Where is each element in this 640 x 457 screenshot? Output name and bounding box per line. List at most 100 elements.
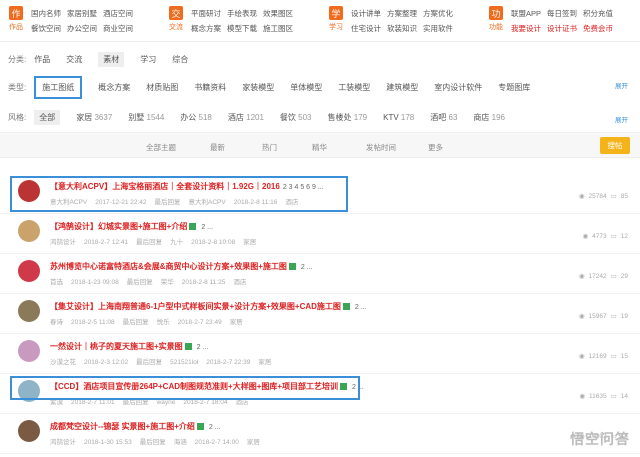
- thread-meta: 春诗 2018-2-5 11:08 最后回复 悦乐 2018-2-7 23:49 家居: [50, 319, 243, 326]
- type-option[interactable]: 专题图库: [498, 82, 530, 93]
- thread-title[interactable]: 一然设计｜桃子的夏天施工图+实景图 2 ...: [50, 341, 208, 352]
- table-row[interactable]: 【意大利ACPV】上海宝格丽酒店｜全套设计资料｜1.92G｜2016 2 3 4 …: [0, 174, 640, 214]
- type-option[interactable]: 工装模型: [338, 82, 370, 93]
- type-row: 类型: 施工图纸 概念方案 材质贴图 书籍资料 家装模型 单体模型 工装模型 建…: [8, 76, 546, 99]
- nav-link[interactable]: 模型下载: [227, 23, 257, 34]
- nav-link[interactable]: 餐饮空间: [31, 23, 61, 34]
- nav-link[interactable]: 设计讲单: [351, 8, 381, 19]
- nav-link[interactable]: 办公空间: [67, 23, 97, 34]
- avatar[interactable]: [18, 220, 40, 242]
- style-option[interactable]: 别墅 1544: [128, 112, 164, 123]
- nav-link[interactable]: 软装知识: [387, 23, 417, 34]
- category-option[interactable]: 综合: [172, 54, 188, 65]
- nav-link[interactable]: 平面研讨: [191, 8, 221, 19]
- type-option[interactable]: 建筑模型: [386, 82, 418, 93]
- nav-link[interactable]: 实用软件: [423, 23, 453, 34]
- table-row[interactable]: 【鸿鹄设计】幻城实景图+施工图+介绍 2 ... 鸿鹄设计 2018-2-7 12:…: [0, 214, 640, 254]
- sort-all-topics[interactable]: 全部主题: [146, 142, 176, 153]
- comment-icon: ▭: [610, 353, 617, 360]
- thread-title[interactable]: 苏州博览中心诺富特酒店&会展&商贸中心设计方案+效果图+施工图 2 ...: [50, 261, 313, 272]
- nav-link[interactable]: 效果图区: [263, 8, 293, 19]
- style-option[interactable]: 家居 3637: [76, 112, 112, 123]
- functions-icon[interactable]: 功功能: [486, 6, 506, 36]
- search-button[interactable]: 搜帖: [600, 137, 630, 154]
- nav-link[interactable]: 免费会币: [583, 23, 613, 34]
- eye-icon: ◉: [578, 353, 585, 360]
- nav-link[interactable]: 方案优化: [423, 8, 453, 19]
- thread-meta: 鸿鹄设计 2018-1-30 15:53 最后回复 海涵 2018-2-7 14:00 家…: [50, 439, 260, 446]
- style-option[interactable]: 酒吧 63: [430, 112, 457, 123]
- table-row[interactable]: 苏州博览中心诺富特酒店&会展&商贸中心设计方案+效果图+施工图 2 ... 首选 2…: [0, 254, 640, 294]
- thread-stats: ◉ 17242 ▭ 29: [578, 273, 628, 280]
- category-option[interactable]: 作品: [34, 54, 50, 65]
- nav-group-works: 作作品 国内名师 家居别墅 酒店空间 餐饮空间 办公空间 商业空间: [0, 0, 160, 42]
- exchange-icon[interactable]: 交交流: [166, 6, 186, 36]
- category-option[interactable]: 交流: [66, 54, 82, 65]
- style-option[interactable]: 商店 196: [473, 112, 505, 123]
- table-row[interactable]: 一然设计｜桃子的夏天施工图+实景图 2 ... 沙漠之花 2018-2-3 12:0…: [0, 334, 640, 374]
- thread-title[interactable]: 成都梵空设计--锦瑟 实景图+施工图+介绍 2 ...: [50, 421, 221, 432]
- type-option[interactable]: 室内设计软件: [434, 82, 482, 93]
- category-option-selected[interactable]: 素材: [98, 52, 125, 67]
- nav-link[interactable]: 国内名师: [31, 8, 61, 19]
- style-option[interactable]: 餐饮 503: [280, 112, 312, 123]
- type-option[interactable]: 单体模型: [290, 82, 322, 93]
- type-option[interactable]: 家装模型: [242, 82, 274, 93]
- sort-essence[interactable]: 精华: [312, 142, 327, 153]
- thread-stats: ◉ 4773 ▭ 12: [582, 233, 628, 240]
- nav-link[interactable]: 设计证书: [547, 23, 577, 34]
- style-option[interactable]: 办公 518: [180, 112, 212, 123]
- sort-latest[interactable]: 最新: [210, 142, 225, 153]
- nav-link[interactable]: 住宅设计: [351, 23, 381, 34]
- type-expand-link[interactable]: 展开: [615, 80, 628, 90]
- nav-link[interactable]: 施工图区: [263, 23, 293, 34]
- avatar[interactable]: [18, 340, 40, 362]
- nav-link[interactable]: 手绘表现: [227, 8, 257, 19]
- thread-title[interactable]: 【CCD】酒店项目宣传册264P+CAD制图规范准则+大样图+图库+项目部工艺培…: [50, 381, 364, 392]
- type-option[interactable]: 概念方案: [98, 82, 130, 93]
- category-option[interactable]: 学习: [140, 54, 156, 65]
- avatar[interactable]: [18, 380, 40, 402]
- image-icon: [342, 303, 350, 311]
- nav-link[interactable]: 每日签到: [547, 8, 577, 19]
- thread-stats: ◉ 15967 ▭ 19: [578, 313, 628, 320]
- style-expand-link[interactable]: 展开: [615, 114, 628, 124]
- style-option[interactable]: KTV 178: [383, 113, 414, 122]
- thread-title[interactable]: 【鸿鹄设计】幻城实景图+施工图+介绍 2 ...: [50, 221, 213, 232]
- sort-hot[interactable]: 热门: [262, 142, 277, 153]
- table-row[interactable]: 【集艾设计】上海南翔普通6-1户型中式样板间实景+设计方案+效果图+CAD施工图…: [0, 294, 640, 334]
- learn-icon[interactable]: 学学习: [326, 6, 346, 36]
- table-row[interactable]: 【CCD】酒店项目宣传册264P+CAD制图规范准则+大样图+图库+项目部工艺培…: [0, 374, 640, 414]
- nav-link[interactable]: 概念方案: [191, 23, 221, 34]
- comment-icon: ▭: [610, 233, 617, 240]
- style-option[interactable]: 售楼处 179: [328, 112, 368, 123]
- eye-icon: ◉: [582, 233, 589, 240]
- nav-link[interactable]: 商业空间: [103, 23, 133, 34]
- nav-link[interactable]: 我要设计: [511, 23, 541, 34]
- nav-link[interactable]: 积分充值: [583, 8, 613, 19]
- style-option[interactable]: 酒店 1201: [228, 112, 264, 123]
- avatar[interactable]: [18, 180, 40, 202]
- nav-link[interactable]: 酒店空间: [103, 8, 133, 19]
- image-icon: [196, 423, 204, 431]
- sort-post-time[interactable]: 发帖时间: [366, 142, 396, 153]
- avatar[interactable]: [18, 300, 40, 322]
- type-option-selected[interactable]: 施工图纸: [34, 76, 83, 99]
- category-row: 分类: 作品 交流 素材 学习 综合: [8, 52, 204, 67]
- nav-link[interactable]: 方案整理: [387, 8, 417, 19]
- type-option[interactable]: 材质贴图: [146, 82, 178, 93]
- avatar[interactable]: [18, 260, 40, 282]
- eye-icon: ◉: [578, 273, 585, 280]
- thread-stats: ◉ 11635 ▭ 14: [579, 393, 628, 400]
- type-option[interactable]: 书籍资料: [194, 82, 226, 93]
- nav-link[interactable]: 家居别墅: [67, 8, 97, 19]
- thread-title[interactable]: 【意大利ACPV】上海宝格丽酒店｜全套设计资料｜1.92G｜2016 2 3 4 …: [50, 181, 324, 192]
- nav-link[interactable]: 联盟APP: [511, 8, 541, 19]
- table-row[interactable]: 成都梵空设计--锦瑟 实景图+施工图+介绍 2 ... 鸿鹄设计 2018-1-30…: [0, 414, 640, 454]
- style-option-selected[interactable]: 全部: [34, 110, 61, 125]
- thread-meta: 鸿鹄设计 2018-2-7 12:41 最后回复 九十 2018-2-8 10:08 家居: [50, 239, 257, 246]
- avatar[interactable]: [18, 420, 40, 442]
- sort-more[interactable]: 更多: [428, 142, 443, 153]
- thread-title[interactable]: 【集艾设计】上海南翔普通6-1户型中式样板间实景+设计方案+效果图+CAD施工图…: [50, 301, 367, 312]
- works-icon[interactable]: 作作品: [6, 6, 26, 36]
